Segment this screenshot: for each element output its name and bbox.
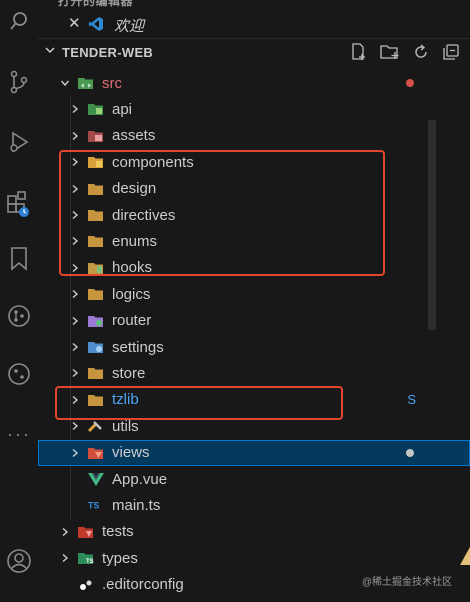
folder-icon bbox=[88, 366, 104, 380]
open-editors-header[interactable]: 打开的编辑器 bbox=[38, 0, 133, 8]
source-control-icon[interactable] bbox=[0, 70, 38, 94]
modified-dot bbox=[406, 79, 414, 87]
src-folder-icon bbox=[78, 76, 94, 90]
chevron-right-icon bbox=[68, 289, 82, 299]
open-editor-label: 欢迎 bbox=[114, 18, 145, 35]
api-folder-icon bbox=[88, 102, 104, 116]
chevron-right-icon bbox=[68, 448, 82, 458]
chevron-right-icon bbox=[68, 342, 82, 352]
highlight-box-folders bbox=[59, 150, 385, 276]
open-editor-welcome[interactable]: ✕ 欢迎 bbox=[38, 12, 470, 36]
collapse-all-icon[interactable] bbox=[442, 43, 460, 66]
tree-item-label: api bbox=[112, 100, 133, 118]
tree-item-label: utils bbox=[112, 417, 139, 435]
scrollbar[interactable] bbox=[428, 120, 436, 330]
tree-item-label: logics bbox=[112, 285, 151, 303]
chevron-right-icon bbox=[58, 527, 72, 537]
tree-row-store[interactable]: store bbox=[38, 360, 470, 386]
tree-row-settings[interactable]: settings bbox=[38, 334, 470, 360]
editorconfig-file-icon bbox=[78, 578, 94, 592]
chevron-down-icon bbox=[58, 78, 72, 88]
types-folder-icon: TS bbox=[78, 551, 94, 565]
tree-item-label: src bbox=[102, 74, 122, 92]
tests-folder-icon bbox=[78, 525, 94, 539]
more-icon[interactable]: ··· bbox=[0, 424, 38, 445]
router-folder-icon bbox=[88, 314, 104, 328]
chevron-down-icon bbox=[44, 43, 56, 61]
tree-item-label: types bbox=[102, 549, 138, 567]
chevron-right-icon bbox=[68, 316, 82, 326]
close-icon[interactable]: ✕ bbox=[68, 14, 81, 32]
tree-row-views[interactable]: views bbox=[38, 439, 470, 466]
new-file-icon[interactable] bbox=[350, 43, 368, 66]
tree-item-label: assets bbox=[112, 127, 156, 145]
tree-item-label: .editorconfig bbox=[102, 576, 184, 594]
tree-row-types[interactable]: TS types bbox=[38, 545, 470, 571]
ts-file-icon: TS bbox=[88, 498, 104, 512]
activity-bar: ··· bbox=[0, 0, 39, 602]
account-icon[interactable] bbox=[0, 548, 38, 574]
tree-row-router[interactable]: router bbox=[38, 308, 470, 334]
utils-folder-icon bbox=[88, 419, 104, 433]
chevron-right-icon bbox=[68, 368, 82, 378]
git-status-badge: S bbox=[407, 392, 416, 408]
project-title: TENDER-WEB bbox=[62, 44, 154, 60]
watermark: @稀土掘金技术社区 bbox=[361, 577, 452, 588]
tree-row-main-ts[interactable]: TS main.ts bbox=[38, 492, 470, 518]
chevron-right-icon bbox=[58, 553, 72, 563]
tree-item-label: App.vue bbox=[112, 470, 168, 488]
tree-item-label: store bbox=[112, 364, 146, 382]
views-folder-icon bbox=[88, 446, 104, 460]
tree-row-tests[interactable]: tests bbox=[38, 519, 470, 545]
project-header[interactable]: TENDER-WEB bbox=[38, 38, 470, 65]
new-folder-icon[interactable] bbox=[380, 43, 400, 66]
tree-row-assets[interactable]: assets bbox=[38, 123, 470, 149]
run-debug-icon[interactable] bbox=[0, 130, 38, 154]
settings-folder-icon bbox=[88, 340, 104, 354]
svg-text:TS: TS bbox=[88, 501, 99, 511]
vscode-icon bbox=[88, 16, 104, 37]
modified-dot bbox=[406, 448, 414, 457]
extensions-icon[interactable] bbox=[0, 188, 38, 218]
assets-folder-icon bbox=[88, 129, 104, 143]
tree-item-label: main.ts bbox=[112, 496, 161, 514]
bookmark-icon[interactable] bbox=[0, 246, 38, 272]
folder-icon bbox=[88, 287, 104, 301]
tree-item-label: router bbox=[112, 312, 152, 330]
tree-item-label: tests bbox=[102, 523, 134, 541]
warning-icon[interactable]: ! bbox=[460, 545, 470, 572]
search-icon[interactable] bbox=[0, 10, 38, 32]
chevron-right-icon bbox=[68, 104, 82, 114]
tree-item-label: settings bbox=[112, 338, 164, 356]
tree-row-api[interactable]: api bbox=[38, 96, 470, 122]
chevron-right-icon bbox=[68, 421, 82, 431]
tree-row-app-vue[interactable]: App.vue bbox=[38, 466, 470, 492]
git-graph-icon[interactable] bbox=[0, 304, 38, 328]
vue-file-icon bbox=[88, 472, 104, 486]
tree-item-label: views bbox=[112, 444, 150, 462]
highlight-box-tzlib bbox=[55, 386, 343, 420]
svg-text:TS: TS bbox=[86, 559, 94, 565]
tree-row-src[interactable]: src bbox=[38, 70, 470, 96]
remote-icon[interactable] bbox=[0, 362, 38, 386]
tree-row-logics[interactable]: logics bbox=[38, 281, 470, 307]
explorer-sidebar: 打开的编辑器 ✕ 欢迎 TENDER-WEB src api assets co… bbox=[38, 0, 470, 602]
chevron-right-icon bbox=[68, 131, 82, 141]
refresh-icon[interactable] bbox=[412, 43, 430, 66]
